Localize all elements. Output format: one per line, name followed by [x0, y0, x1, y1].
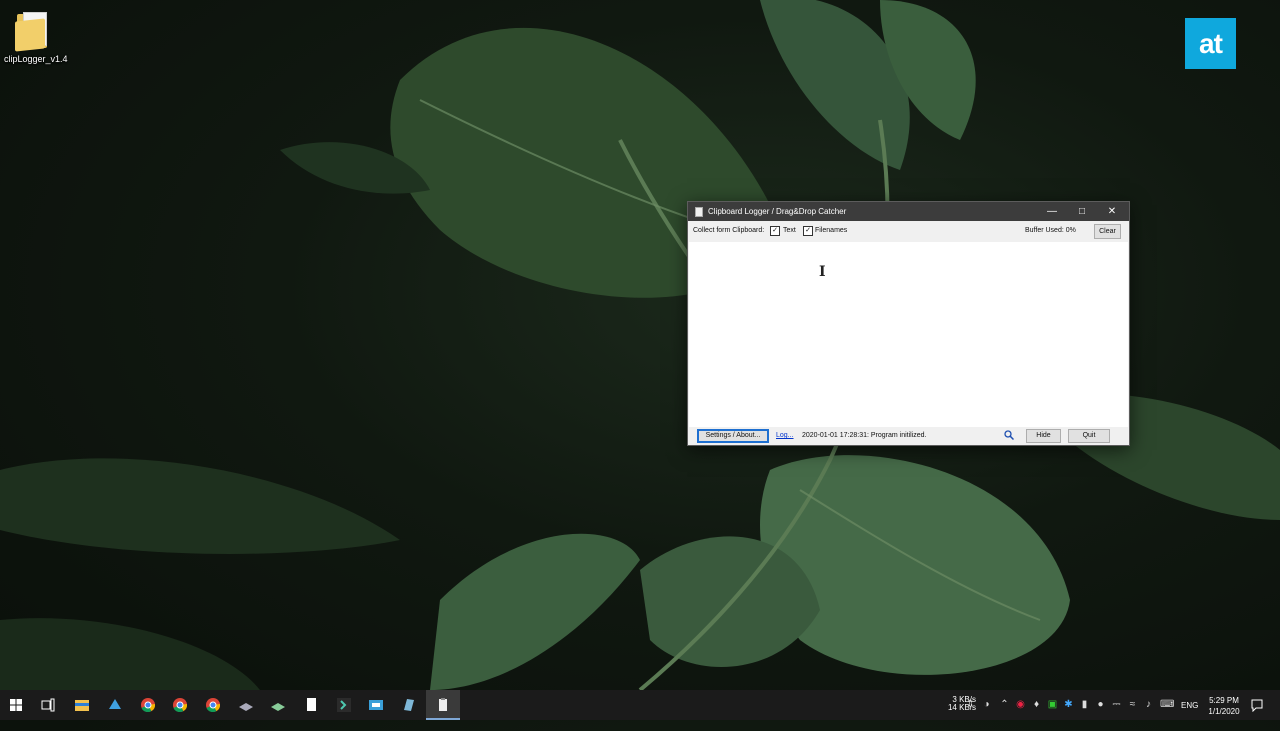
taskbar-active-app[interactable] — [426, 690, 460, 720]
text-checkbox[interactable]: ✓ — [770, 226, 780, 236]
clock-date: 1/1/2020 — [1208, 707, 1240, 716]
clipboard-logger-window: Clipboard Logger / Drag&Drop Catcher — □… — [687, 201, 1130, 446]
net-arrows-icon: ⇕ — [966, 699, 975, 710]
wifi-icon[interactable]: ≈ — [1127, 699, 1138, 710]
chrome-icon[interactable] — [203, 695, 223, 715]
filenames-checkbox[interactable]: ✓ — [803, 226, 813, 236]
language-indicator[interactable]: ENG — [1181, 701, 1198, 731]
app-icon[interactable] — [236, 695, 256, 715]
power-icon[interactable]: ⎓ — [1111, 699, 1122, 710]
site-logo: at — [1185, 18, 1236, 69]
quit-button[interactable]: Quit — [1068, 429, 1110, 443]
moon-icon[interactable]: ◑ — [981, 699, 992, 710]
desktop-icon-label: clipLogger_v1.4 — [4, 54, 68, 64]
task-view-icon[interactable] — [38, 695, 58, 715]
keyboard-icon[interactable]: ⌨ — [1160, 699, 1174, 710]
folder-icon — [15, 10, 49, 52]
chrome-icon[interactable] — [170, 695, 190, 715]
bluetooth-icon[interactable]: ✱ — [1063, 699, 1074, 710]
close-button[interactable]: ✕ — [1097, 202, 1127, 221]
dropbox-icon[interactable]: ♦ — [1031, 699, 1042, 710]
window-title: Clipboard Logger / Drag&Drop Catcher — [708, 207, 847, 216]
maximize-button[interactable]: □ — [1067, 202, 1097, 221]
terminal-icon[interactable] — [334, 695, 354, 715]
text-checkbox-label[interactable]: Text — [783, 227, 796, 234]
taskbar: 3 KB/s 14 KB/s ⇕ ◑ ⌃ ◉ ♦ ▣ ✱ ▮ ● ⎓ ≈ ♪ ⌨… — [0, 690, 1280, 720]
hide-button[interactable]: Hide — [1026, 429, 1061, 443]
minimize-button[interactable]: — — [1037, 202, 1067, 221]
app-tray-icon[interactable]: ▣ — [1047, 699, 1058, 710]
desktop-folder-cliplogger[interactable]: clipLogger_v1.4 — [4, 8, 68, 64]
notification-icon[interactable] — [1250, 698, 1264, 712]
search-icon[interactable] — [1004, 430, 1014, 440]
file-explorer-icon[interactable] — [72, 695, 92, 715]
app-icon[interactable] — [366, 695, 386, 715]
chevron-up-icon[interactable]: ⌃ — [999, 699, 1010, 710]
app-icon[interactable] — [399, 695, 419, 715]
app-icon[interactable] — [268, 695, 288, 715]
start-icon[interactable] — [6, 695, 26, 715]
window-toolbar: Collect form Clipboard: ✓ Text ✓ Filenam… — [688, 221, 1129, 241]
log-link[interactable]: Log... — [776, 432, 794, 439]
window-statusbar: Settings / About... Log... 2020-01-01 17… — [688, 427, 1129, 445]
record-icon[interactable]: ◉ — [1015, 699, 1026, 710]
chrome-icon[interactable] — [138, 695, 158, 715]
filenames-checkbox-label[interactable]: Filenames — [815, 227, 847, 234]
app-icon[interactable] — [105, 695, 125, 715]
clipboard-logger-icon — [439, 698, 447, 711]
clipboard-app-icon — [695, 207, 703, 217]
text-cursor-icon: I — [819, 264, 826, 280]
battery-icon[interactable]: ▮ — [1079, 699, 1090, 710]
buffer-used-label: Buffer Used: 0% — [1025, 227, 1076, 234]
collect-label: Collect form Clipboard: — [693, 227, 765, 234]
status-message: 2020-01-01 17:28:31: Program initilized. — [802, 432, 927, 439]
system-clock[interactable]: 5:29 PM 1/1/2020 — [1204, 695, 1244, 725]
window-titlebar[interactable]: Clipboard Logger / Drag&Drop Catcher — □… — [688, 202, 1129, 221]
settings-about-button[interactable]: Settings / About... — [697, 429, 769, 443]
microphone-icon[interactable]: ● — [1095, 699, 1106, 710]
clear-button[interactable]: Clear — [1094, 224, 1121, 239]
volume-icon[interactable]: ♪ — [1143, 699, 1154, 710]
notepad-icon[interactable] — [301, 695, 321, 715]
clock-time: 5:29 PM — [1209, 696, 1239, 705]
clipboard-log-textarea[interactable] — [689, 242, 1128, 427]
